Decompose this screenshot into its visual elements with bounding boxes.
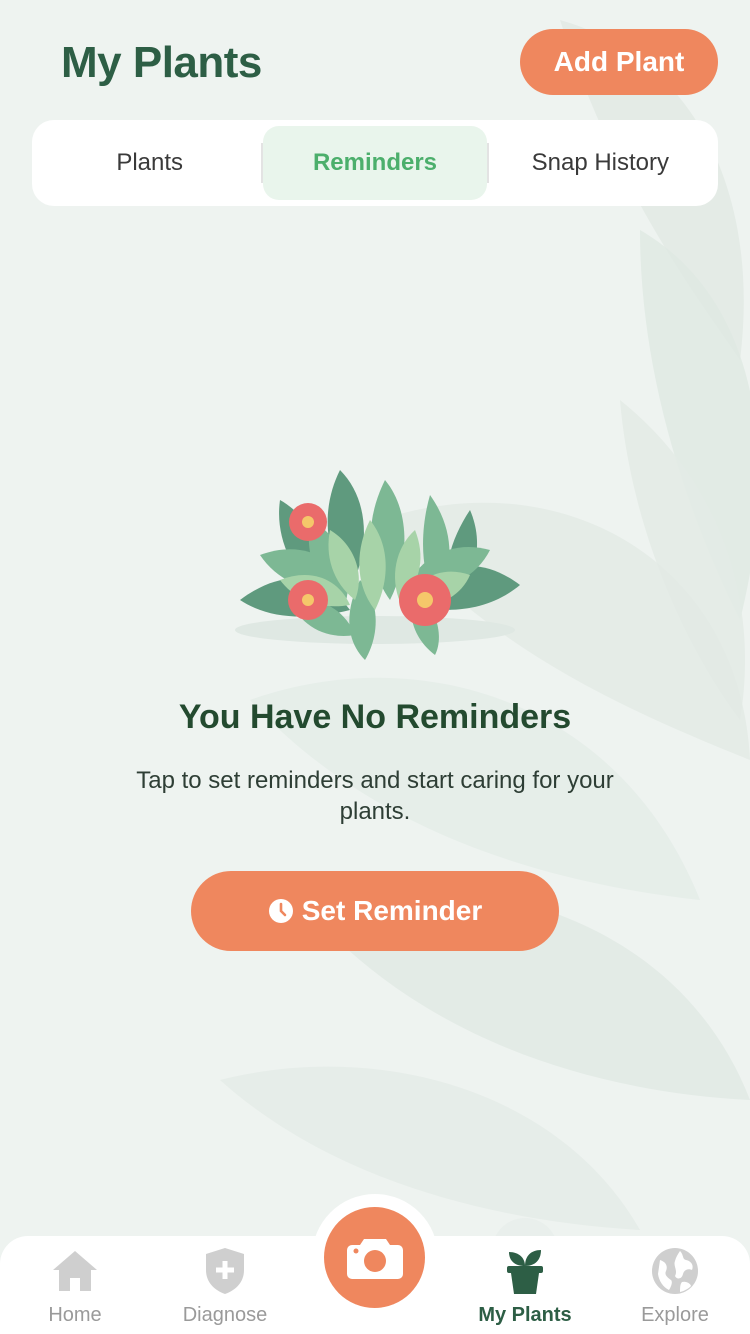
nav-diagnose[interactable]: Diagnose [150,1244,300,1334]
shield-plus-icon [206,1248,244,1294]
add-plant-button[interactable]: Add Plant [520,29,718,95]
nav-my-plants[interactable]: My Plants [450,1244,600,1334]
potted-plant-icon [507,1250,543,1294]
tab-reminders[interactable]: Reminders [263,126,487,200]
tab-snap-history[interactable]: Snap History [489,126,712,200]
flowering-bush-illustration [235,470,520,660]
globe-icon [652,1248,698,1294]
set-reminder-label: Set Reminder [301,895,483,926]
home-icon [53,1251,97,1291]
nav-label: My Plants [478,1304,572,1326]
nav-explore[interactable]: Explore [600,1244,750,1334]
nav-label: Home [48,1304,102,1326]
page-title: My Plants [61,38,262,87]
segmented-tabs: Plants Reminders Snap History [32,120,718,206]
empty-state-description: Tap to set reminders and start caring fo… [136,767,614,825]
tab-plants[interactable]: Plants [38,126,261,200]
nav-home[interactable]: Home [0,1244,150,1334]
camera-button[interactable] [324,1207,425,1308]
empty-state-title: You Have No Reminders [178,698,572,736]
nav-label: Diagnose [182,1304,268,1326]
empty-state: You Have No Reminders Tap to set reminde… [0,460,750,951]
clock-icon [268,899,293,923]
camera-icon [346,1238,403,1279]
nav-label: Explore [641,1304,709,1326]
header: My Plants Add Plant [0,0,750,110]
set-reminder-button[interactable]: Set Reminder [191,871,559,951]
